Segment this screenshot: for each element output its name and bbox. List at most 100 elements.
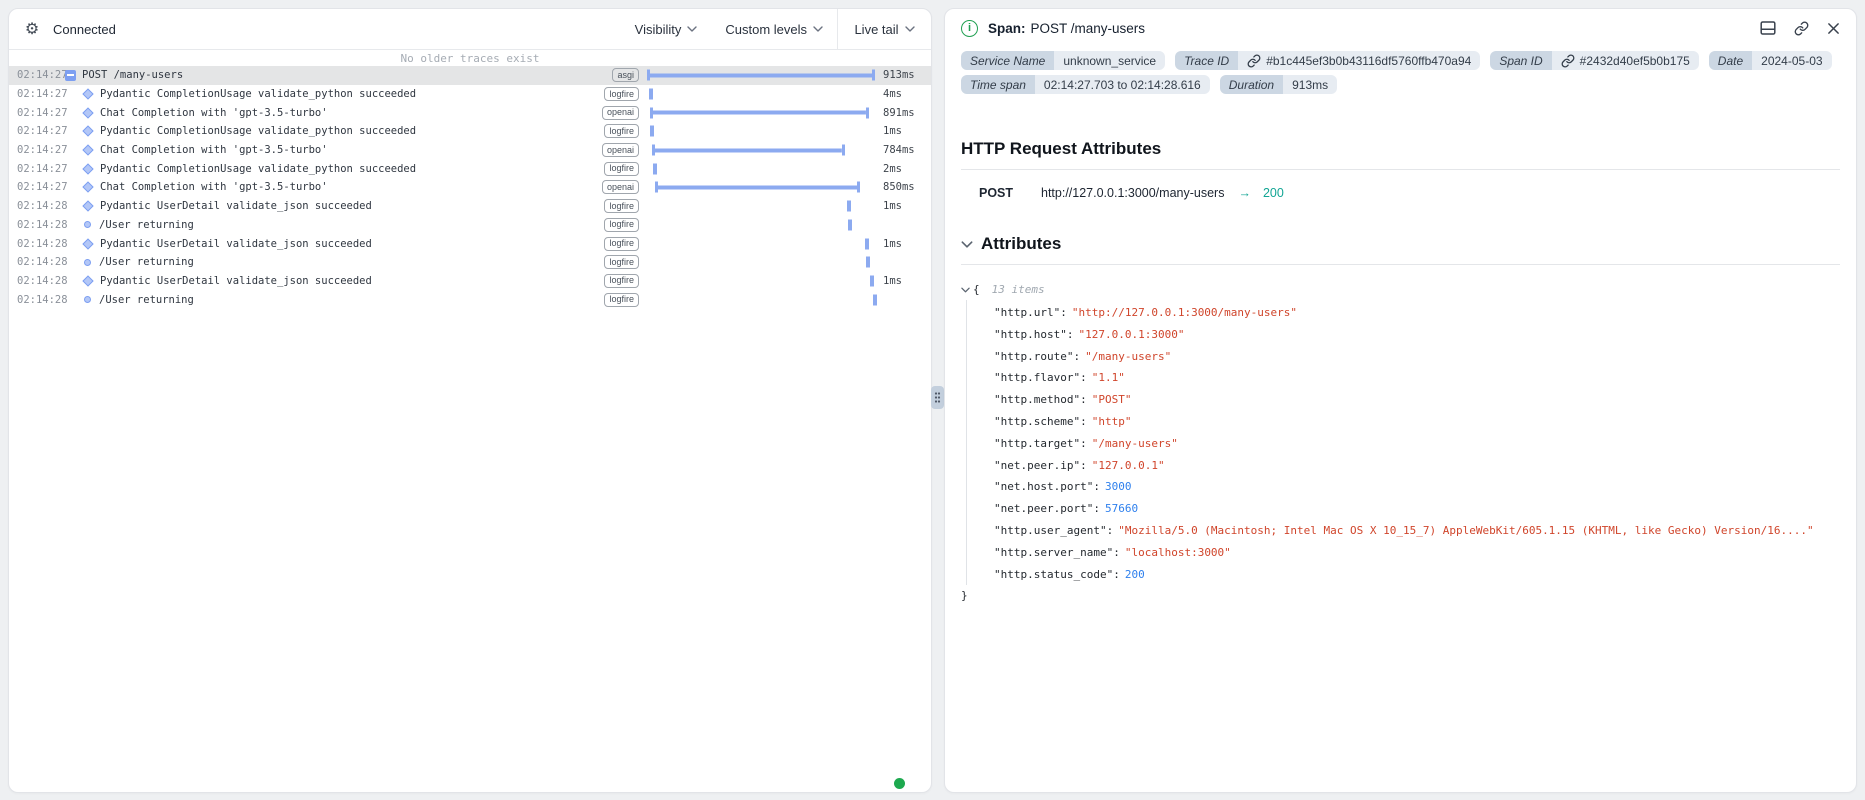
duration-bar: [653, 163, 657, 174]
json-attribute-row: "http.url":"http://127.0.0.1:3000/many-u…: [994, 302, 1840, 324]
trace-kind-icon: [65, 70, 76, 81]
trace-kind-icon: [82, 259, 93, 266]
trace-timeline: [647, 253, 875, 272]
no-older-traces-notice: No older traces exist: [9, 51, 931, 66]
trace-row[interactable]: 02:14:27 POST /many-users asgi 913ms: [9, 66, 931, 85]
trace-name: POST /many-users: [82, 69, 183, 81]
trace-kind-icon: [82, 183, 94, 191]
panel-layout-icon: [1760, 20, 1776, 36]
meta-badge-value[interactable]: #2432d40ef5b0b175: [1552, 51, 1699, 70]
json-key: "net.host.port": [994, 480, 1093, 493]
trace-row[interactable]: 02:14:27 Chat Completion with 'gpt-3.5-t…: [9, 141, 931, 160]
scope-badge: logfire: [604, 255, 639, 269]
trace-row[interactable]: 02:14:27 Pydantic CompletionUsage valida…: [9, 122, 931, 141]
json-value: "/many-users": [1092, 437, 1178, 450]
http-method: POST: [979, 186, 1041, 200]
span-header: Span:POST /many-users: [961, 9, 1840, 47]
duration-bar: [873, 294, 877, 305]
json-value: 3000: [1105, 480, 1132, 493]
meta-badge-row: Time span 02:14:27.703 to 02:14:28.616 D…: [961, 75, 1840, 94]
attributes-heading: Attributes: [961, 234, 1840, 254]
meta-badge-label: Time span: [961, 75, 1035, 94]
divider: [961, 169, 1840, 170]
json-value: "localhost:3000": [1125, 546, 1231, 559]
trace-timestamp: 02:14:28: [17, 219, 65, 231]
json-attribute-row: "http.host":"127.0.0.1:3000": [994, 324, 1840, 346]
traces-panel: Connected Visibility Custom levels Live …: [8, 8, 932, 793]
close-brace: }: [961, 585, 1840, 607]
scope-badge: logfire: [604, 274, 639, 288]
meta-badge-value: unknown_service: [1054, 51, 1165, 70]
trace-name: Pydantic UserDetail validate_json succee…: [100, 200, 372, 212]
trace-kind-icon: [82, 127, 94, 135]
connection-status-label: Connected: [53, 22, 116, 37]
trace-row[interactable]: 02:14:27 Chat Completion with 'gpt-3.5-t…: [9, 103, 931, 122]
settings-gear-icon[interactable]: [23, 20, 41, 38]
trace-row[interactable]: 02:14:28 Pydantic UserDetail validate_js…: [9, 197, 931, 216]
http-status-code: 200: [1263, 186, 1284, 200]
json-key: "http.flavor": [994, 371, 1080, 384]
duration-bar: [865, 238, 869, 249]
json-key: "http.host": [994, 328, 1067, 341]
panel-splitter-handle[interactable]: [931, 386, 944, 409]
duration-bar: [650, 107, 869, 118]
duration-bar: [655, 182, 860, 193]
custom-levels-dropdown[interactable]: Custom levels: [711, 9, 837, 49]
trace-name: Pydantic CompletionUsage validate_python…: [100, 125, 416, 137]
duration-bar: [870, 275, 874, 286]
json-value: 57660: [1105, 502, 1138, 515]
trace-row[interactable]: 02:14:28 Pydantic UserDetail validate_js…: [9, 234, 931, 253]
duration-bar: [866, 257, 870, 268]
trace-duration: 784ms: [875, 144, 931, 156]
json-attribute-row: "net.host.port":3000: [994, 476, 1840, 498]
trace-duration: 891ms: [875, 107, 931, 119]
trace-timeline: [647, 216, 875, 235]
trace-row[interactable]: 02:14:27 Chat Completion with 'gpt-3.5-t…: [9, 178, 931, 197]
trace-row[interactable]: 02:14:28 /User returning logfire: [9, 253, 931, 272]
scope-badge: openai: [602, 143, 639, 157]
divider: [961, 264, 1840, 265]
trace-duration: 1ms: [875, 200, 931, 212]
live-tail-section: Live tail: [837, 9, 931, 49]
json-value: "/many-users": [1085, 350, 1171, 363]
json-attribute-row: "http.flavor":"1.1": [994, 367, 1840, 389]
json-key: "http.url": [994, 306, 1060, 319]
trace-timestamp: 02:14:28: [17, 294, 65, 306]
trace-timeline: [647, 197, 875, 216]
trace-timestamp: 02:14:27: [17, 88, 65, 100]
info-icon: [961, 20, 978, 37]
trace-timestamp: 02:14:28: [17, 200, 65, 212]
collapse-node-chevron-icon[interactable]: [961, 287, 970, 293]
trace-row[interactable]: 02:14:27 Pydantic CompletionUsage valida…: [9, 159, 931, 178]
trace-kind-icon: [82, 165, 94, 173]
meta-badge-label: Span ID: [1490, 51, 1551, 70]
visibility-dropdown[interactable]: Visibility: [621, 9, 712, 49]
trace-row[interactable]: 02:14:27 Pydantic CompletionUsage valida…: [9, 85, 931, 104]
json-attribute-row: "http.server_name":"localhost:3000": [994, 542, 1840, 564]
attributes-json-tree: { 13 items "http.url":"http://127.0.0.1:…: [961, 279, 1840, 607]
trace-timestamp: 02:14:27: [17, 69, 65, 81]
toolbar-actions: Visibility Custom levels Live tail: [621, 9, 931, 49]
json-attribute-row: "net.peer.port":57660: [994, 498, 1840, 520]
copy-link-button[interactable]: [1794, 21, 1809, 36]
trace-name: Chat Completion with 'gpt-3.5-turbo': [100, 144, 328, 156]
meta-badge-value[interactable]: #b1c445ef3b0b43116df5760ffb470a94: [1238, 51, 1480, 70]
json-entries: "http.url":"http://127.0.0.1:3000/many-u…: [966, 300, 1840, 585]
trace-timeline: [647, 159, 875, 178]
collapse-section-chevron-icon[interactable]: [961, 241, 973, 248]
scope-badge: logfire: [604, 237, 639, 251]
trace-row[interactable]: 02:14:28 Pydantic UserDetail validate_js…: [9, 272, 931, 291]
close-button[interactable]: [1827, 22, 1840, 35]
http-request-attributes-heading: HTTP Request Attributes: [961, 139, 1840, 159]
trace-name: /User returning: [99, 256, 194, 268]
live-tail-dropdown[interactable]: Live tail: [840, 22, 928, 37]
close-icon: [1827, 22, 1840, 35]
toggle-panel-layout-button[interactable]: [1760, 20, 1776, 36]
trace-row[interactable]: 02:14:28 /User returning logfire: [9, 216, 931, 235]
trace-kind-icon: [82, 109, 94, 117]
trace-timeline: [647, 122, 875, 141]
trace-timeline: [647, 85, 875, 104]
json-value: "http://127.0.0.1:3000/many-users": [1072, 306, 1297, 319]
trace-row[interactable]: 02:14:28 /User returning logfire: [9, 290, 931, 309]
connection-status: Connected: [23, 20, 116, 38]
